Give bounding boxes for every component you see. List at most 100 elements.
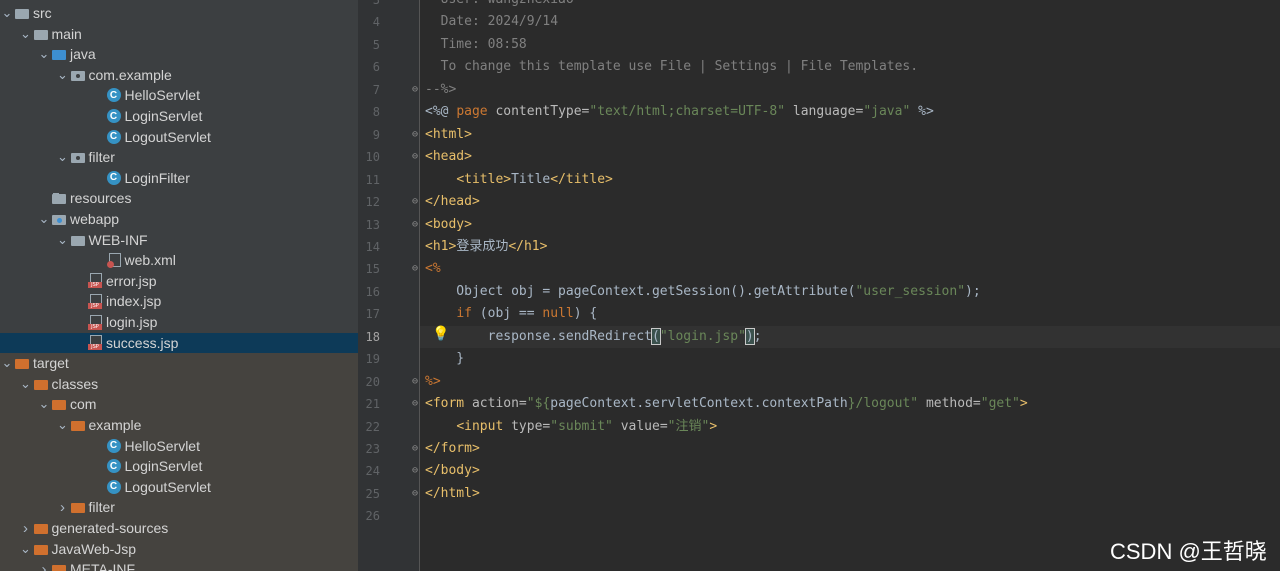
chevron-right-icon[interactable]: › <box>19 520 33 537</box>
code-line[interactable]: <input type="submit" value="注销"> <box>425 416 717 438</box>
fold-marker-icon[interactable]: ⊖ <box>412 398 422 409</box>
chevron-down-icon[interactable]: ⌄ <box>37 396 51 412</box>
tree-item[interactable]: JSP error.jsp <box>0 271 358 291</box>
line-number: 4 <box>372 15 380 30</box>
fold-marker-icon[interactable]: ⊖ <box>412 465 422 476</box>
folder-icon <box>70 418 86 432</box>
tree-item[interactable]: ⌄ java <box>0 44 358 64</box>
lightbulb-icon[interactable]: 💡 <box>432 325 449 341</box>
folder-icon <box>51 47 67 61</box>
java-class-icon: C <box>106 438 121 453</box>
code-line[interactable]: --%> <box>425 79 456 101</box>
tree-item[interactable]: ⌄ example <box>0 415 358 435</box>
line-number: 20 <box>365 374 380 389</box>
fold-marker-icon[interactable]: ⊖ <box>412 263 422 274</box>
code-line[interactable]: <head> <box>425 146 472 168</box>
fold-marker-icon[interactable]: ⊖ <box>412 151 422 162</box>
code-line[interactable]: response.sendRedirect("login.jsp"); <box>425 326 762 348</box>
chevron-down-icon[interactable]: ⌄ <box>19 541 33 557</box>
code-line[interactable]: <form action="${pageContext.servletConte… <box>425 393 1028 415</box>
tree-item[interactable]: ⌄ main <box>0 24 358 44</box>
tree-item-label: filter <box>88 149 115 166</box>
tree-item[interactable]: C LogoutServlet <box>0 477 358 497</box>
chevron-down-icon[interactable]: ⌄ <box>37 46 51 62</box>
tree-item[interactable]: › META-INF <box>0 559 358 571</box>
chevron-down-icon[interactable]: ⌄ <box>56 67 70 83</box>
code-line[interactable]: <body> <box>425 214 472 236</box>
code-line[interactable]: <h1>登录成功</h1> <box>425 236 547 258</box>
fold-marker-icon[interactable]: ⊖ <box>412 443 422 454</box>
tree-item[interactable]: C HelloServlet <box>0 436 358 456</box>
code-line[interactable]: Object obj = pageContext.getSession().ge… <box>425 281 980 303</box>
code-line[interactable]: </html> <box>425 483 480 505</box>
folder-icon <box>33 27 49 41</box>
tree-item[interactable]: C LogoutServlet <box>0 127 358 147</box>
chevron-down-icon[interactable]: ⌄ <box>0 355 14 371</box>
code-line[interactable]: To change this template use File | Setti… <box>425 56 918 78</box>
code-line[interactable]: <%@ page contentType="text/html;charset=… <box>425 101 934 123</box>
fold-marker-icon[interactable]: ⊖ <box>412 488 422 499</box>
code-line[interactable]: User: wangzhexiao <box>425 0 574 11</box>
tree-item[interactable]: web.xml <box>0 250 358 270</box>
code-line[interactable]: %> <box>425 371 441 393</box>
tree-item[interactable]: ⌄ classes <box>0 374 358 394</box>
line-number: 11 <box>365 172 380 187</box>
code-line[interactable]: </body> <box>425 460 480 482</box>
code-line[interactable]: </form> <box>425 438 480 460</box>
tree-item[interactable]: ⌄ com.example <box>0 65 358 85</box>
tree-item[interactable]: ⌄ com <box>0 394 358 414</box>
tree-item[interactable]: resources <box>0 188 358 208</box>
chevron-down-icon[interactable]: ⌄ <box>0 5 14 21</box>
fold-marker-icon[interactable]: ⊖ <box>412 129 422 140</box>
tree-item[interactable]: C LoginFilter <box>0 168 358 188</box>
tree-item[interactable]: JSP index.jsp <box>0 291 358 311</box>
code-line[interactable]: Time: 08:58 <box>425 34 527 56</box>
line-number: 21 <box>365 397 380 412</box>
tree-item[interactable]: C LoginServlet <box>0 106 358 126</box>
line-number: 9 <box>372 127 380 142</box>
code-line[interactable]: </head> <box>425 191 480 213</box>
tree-item[interactable]: ⌄ WEB-INF <box>0 230 358 250</box>
code-token: Date: 2024/9/14 <box>425 14 559 30</box>
line-number: 8 <box>372 105 380 120</box>
folder-icon <box>51 397 67 411</box>
fold-marker-icon[interactable]: ⊖ <box>412 196 422 207</box>
tree-item[interactable]: ⌄ filter <box>0 147 358 167</box>
java-class-icon: C <box>106 479 121 494</box>
fold-marker-icon[interactable]: ⊖ <box>412 219 422 230</box>
code-line[interactable]: if (obj == null) { <box>425 303 597 325</box>
code-line[interactable]: <title>Title</title> <box>425 169 613 191</box>
code-line[interactable]: Date: 2024/9/14 <box>425 11 558 33</box>
chevron-down-icon[interactable]: ⌄ <box>19 376 33 392</box>
code-token: language= <box>785 104 864 120</box>
code-line[interactable]: } <box>425 348 464 370</box>
chevron-down-icon[interactable]: ⌄ <box>19 26 33 42</box>
code-line[interactable]: <% <box>425 258 441 280</box>
chevron-right-icon[interactable]: › <box>37 561 51 571</box>
folder-icon <box>51 191 67 205</box>
tree-item[interactable]: ⌄ webapp <box>0 209 358 229</box>
tree-item[interactable]: JSP success.jsp <box>0 332 358 353</box>
code-line[interactable]: <html> <box>425 124 472 146</box>
fold-marker-icon[interactable]: ⊖ <box>412 84 422 95</box>
tree-item-label: LogoutServlet <box>124 478 211 495</box>
tree-item[interactable]: ⌄ target <box>0 353 358 373</box>
chevron-down-icon[interactable]: ⌄ <box>56 232 70 248</box>
code-token: </body> <box>425 463 480 479</box>
tree-item-label: JavaWeb-Jsp <box>51 540 137 557</box>
tree-item[interactable]: JSP login.jsp <box>0 312 358 332</box>
tree-item[interactable]: ⌄ JavaWeb-Jsp <box>0 539 358 559</box>
code-token: --%> <box>425 81 457 97</box>
tree-item[interactable]: ⌄ src <box>0 3 358 23</box>
chevron-down-icon[interactable]: ⌄ <box>37 211 51 227</box>
tree-item[interactable]: C LoginServlet <box>0 456 358 476</box>
fold-marker-icon[interactable]: ⊖ <box>412 376 422 387</box>
tree-item[interactable]: C HelloServlet <box>0 85 358 105</box>
tree-item[interactable]: › generated-sources <box>0 518 358 538</box>
code-token: <title> <box>456 171 512 187</box>
chevron-down-icon[interactable]: ⌄ <box>56 417 70 433</box>
chevron-down-icon[interactable]: ⌄ <box>56 149 70 165</box>
chevron-right-icon[interactable]: › <box>56 499 70 516</box>
tree-item[interactable]: › filter <box>0 497 358 517</box>
